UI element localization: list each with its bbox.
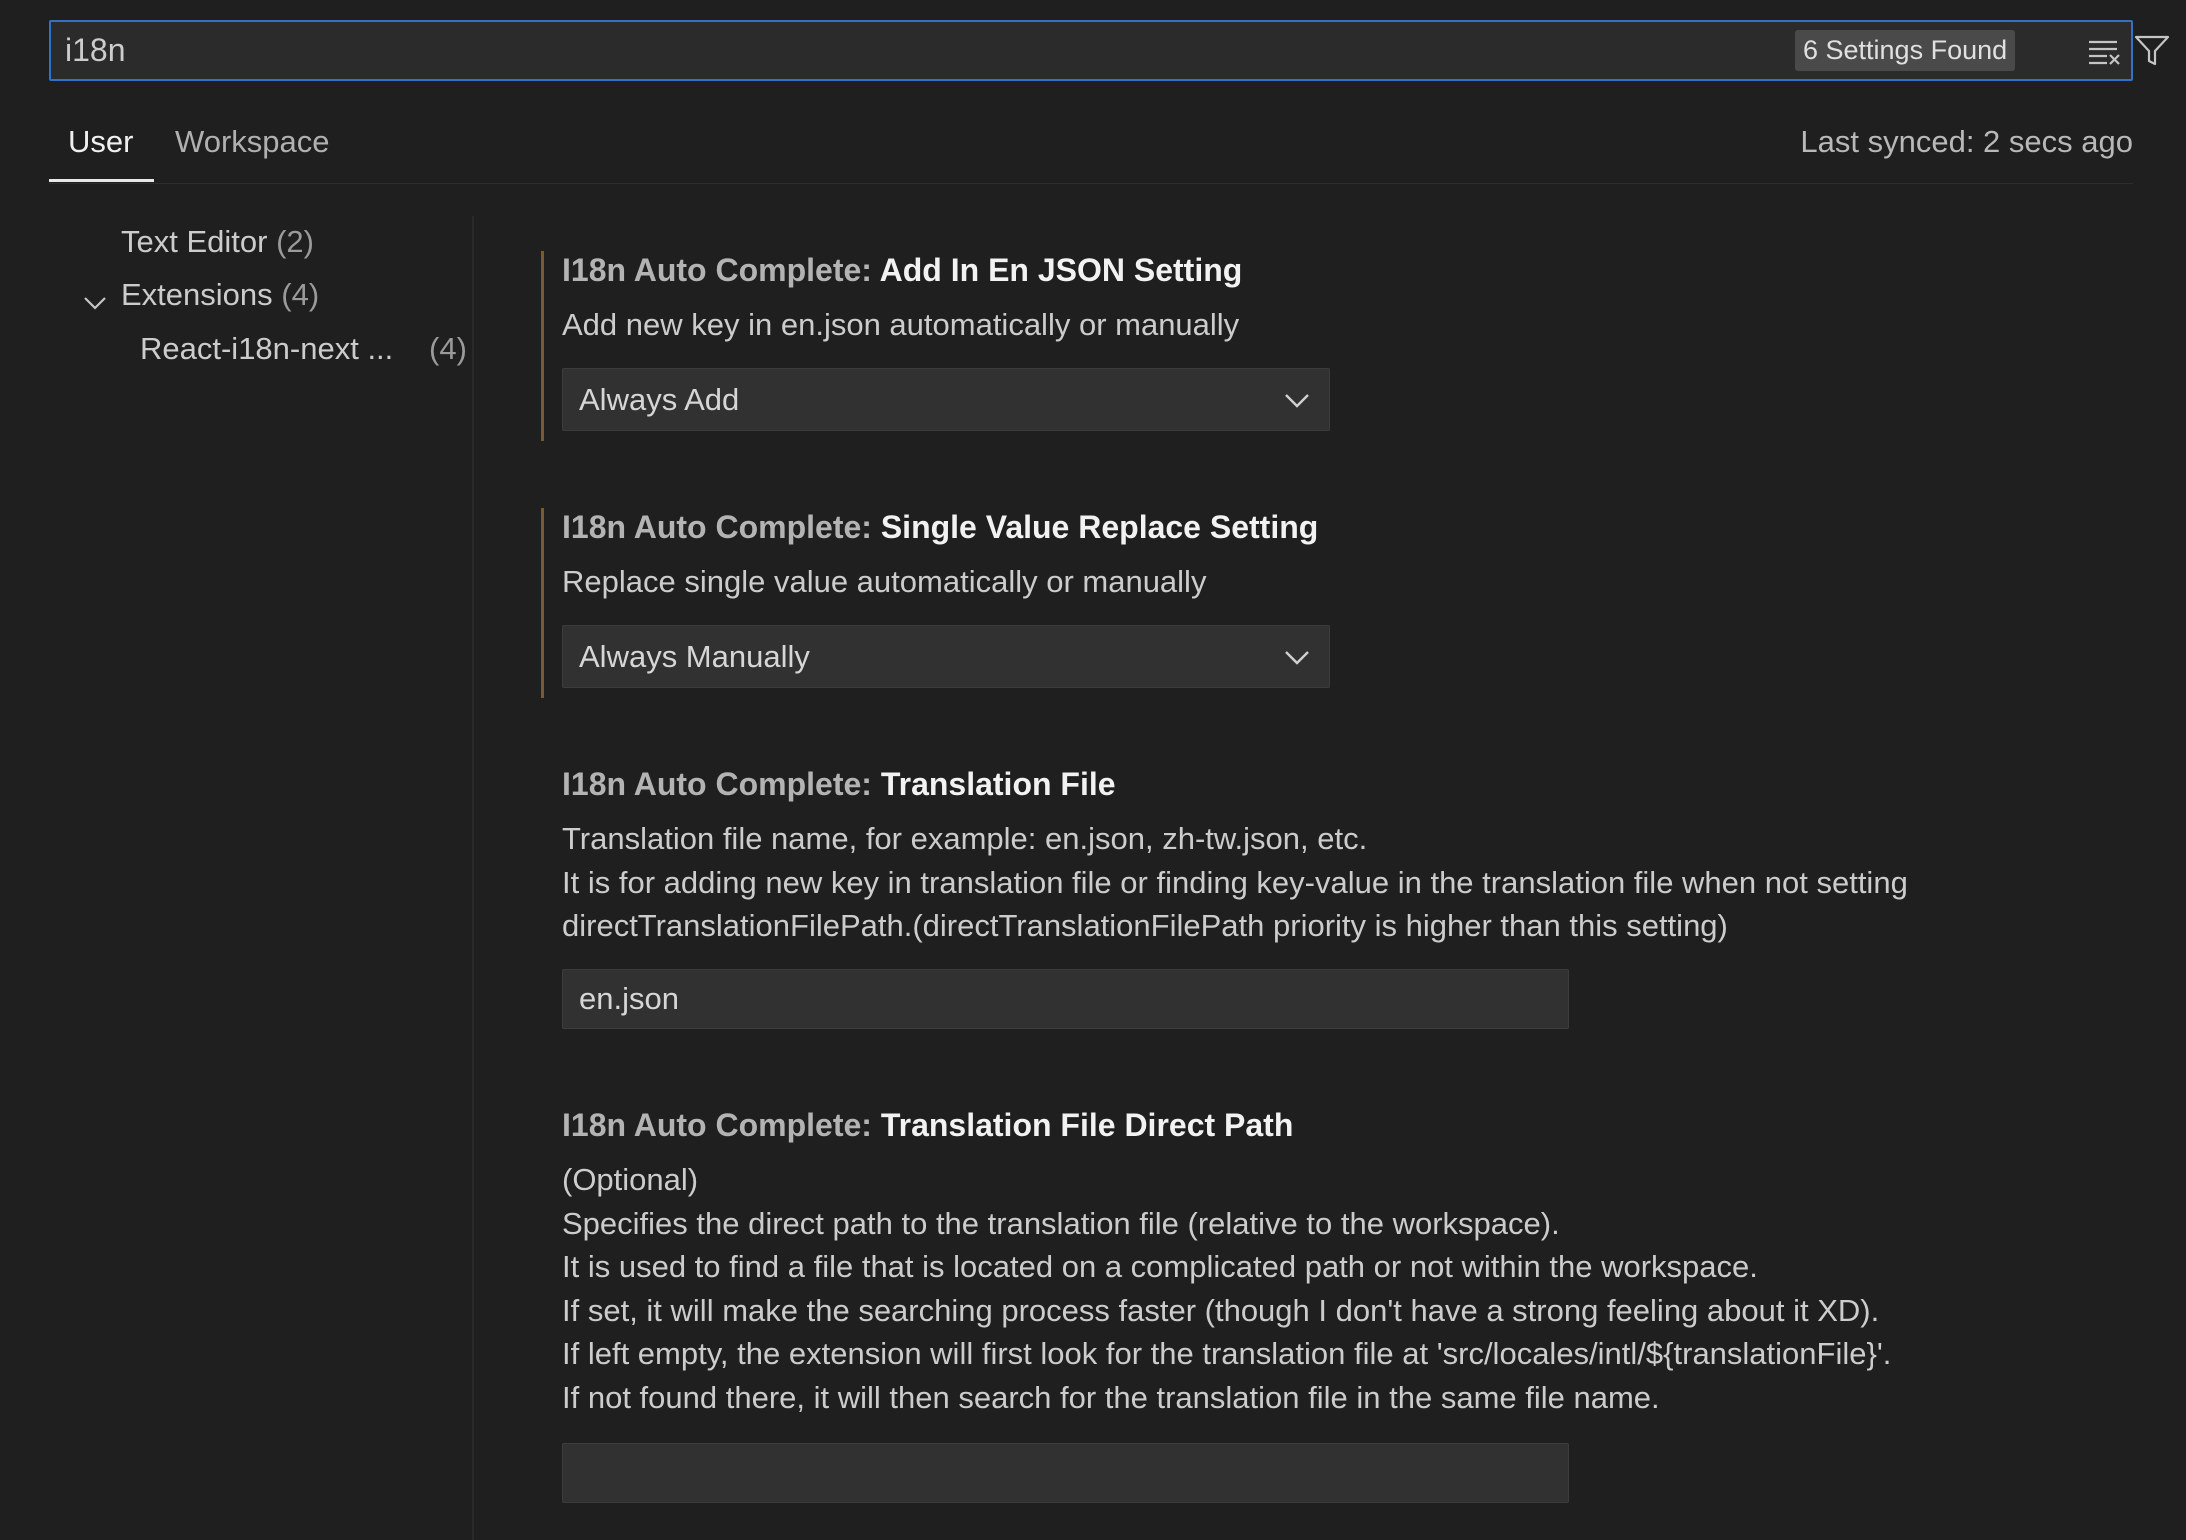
toc-item-count: (4)	[429, 331, 467, 366]
chevron-down-icon	[1285, 651, 1309, 665]
setting-translation-file: I18n Auto Complete: Translation File Tra…	[541, 754, 2101, 1054]
results-count-badge: 6 Settings Found	[1795, 30, 2016, 71]
setting-category: I18n Auto Complete:	[562, 509, 881, 545]
setting-translation-file-direct-path: I18n Auto Complete: Translation File Dir…	[541, 1095, 2101, 1515]
setting-category: I18n Auto Complete:	[562, 766, 881, 802]
translation-file-direct-path-input[interactable]	[562, 1443, 1569, 1503]
sync-status: Last synced: 2 secs ago	[1800, 124, 2133, 159]
description-line: Replace single value automatically or ma…	[562, 564, 1207, 599]
setting-label: Translation File	[880, 766, 1116, 802]
single-value-replace-select[interactable]: Always Manually	[562, 625, 1330, 688]
setting-description: Replace single value automatically or ma…	[562, 560, 1206, 604]
toc-item-text-editor[interactable]: Text Editor (2)	[121, 224, 314, 260]
toc-item-extensions[interactable]: Extensions (4)	[121, 277, 319, 313]
setting-title: I18n Auto Complete: Translation File	[562, 766, 1116, 803]
toc-item-count: (4)	[281, 277, 320, 312]
description-line: It is for adding new key in translation …	[562, 864, 1908, 900]
select-value: Always Manually	[579, 639, 810, 674]
chevron-down-icon	[1285, 394, 1309, 408]
setting-title: I18n Auto Complete: Translation File Dir…	[562, 1107, 1293, 1144]
description-line: Specifies the direct path to the transla…	[562, 1205, 1560, 1241]
settings-search-bar[interactable]: 6 Settings Found	[49, 20, 2170, 81]
tab-user[interactable]: User	[68, 124, 133, 160]
description-line: Translation file name, for example: en.j…	[562, 821, 1368, 856]
select-value: Always Add	[579, 382, 740, 417]
translation-file-input[interactable]	[562, 969, 1569, 1029]
modified-indicator	[541, 508, 544, 698]
setting-description: Add new key in en.json automatically or …	[562, 303, 1239, 347]
chevron-down-icon[interactable]	[82, 290, 108, 316]
setting-description: (Optional) Specifies the direct path to …	[562, 1158, 1891, 1420]
description-line: If left empty, the extension will first …	[562, 1336, 1892, 1372]
setting-label: Add In En JSON Setting	[879, 252, 1243, 288]
description-line: It is used to find a file that is locate…	[562, 1249, 1758, 1285]
toc-item-label: React-i18n-next ...	[140, 331, 394, 366]
active-tab-indicator	[49, 179, 154, 182]
add-in-en-json-select[interactable]: Always Add	[562, 368, 1330, 431]
clear-all-icon[interactable]	[2084, 32, 2124, 70]
description-line: directTranslationFilePath.(directTransla…	[562, 908, 1728, 944]
toc-divider	[472, 216, 474, 1540]
settings-scope-tabs: User Workspace Last synced: 2 secs ago	[49, 110, 2133, 184]
filter-icon[interactable]	[2132, 32, 2172, 70]
tab-workspace[interactable]: Workspace	[175, 124, 330, 160]
modified-indicator	[541, 251, 544, 441]
toc-item-label: Extensions	[121, 277, 273, 312]
setting-description: Translation file name, for example: en.j…	[562, 817, 1908, 948]
description-line: (Optional)	[562, 1162, 699, 1197]
setting-single-value-replace: I18n Auto Complete: Single Value Replace…	[541, 497, 2101, 698]
setting-title: I18n Auto Complete: Single Value Replace…	[562, 509, 1318, 546]
setting-category: I18n Auto Complete:	[562, 1107, 881, 1143]
setting-label: Single Value Replace Setting	[880, 509, 1319, 545]
description-line: Add new key in en.json automatically or …	[562, 307, 1240, 342]
toc-item-label: Text Editor	[121, 224, 268, 259]
description-line: If not found there, it will then search …	[562, 1379, 1660, 1415]
settings-search-input[interactable]	[65, 22, 1765, 79]
setting-add-in-en-json: I18n Auto Complete: Add In En JSON Setti…	[541, 240, 2101, 441]
setting-category: I18n Auto Complete:	[562, 252, 880, 288]
setting-title: I18n Auto Complete: Add In En JSON Setti…	[562, 252, 1242, 289]
toc-item-react-i18n-next[interactable]: React-i18n-next ... (4)	[140, 331, 467, 367]
toc-item-count: (2)	[276, 224, 314, 259]
description-line: If set, it will make the searching proce…	[562, 1292, 1880, 1328]
setting-label: Translation File Direct Path	[880, 1107, 1294, 1143]
